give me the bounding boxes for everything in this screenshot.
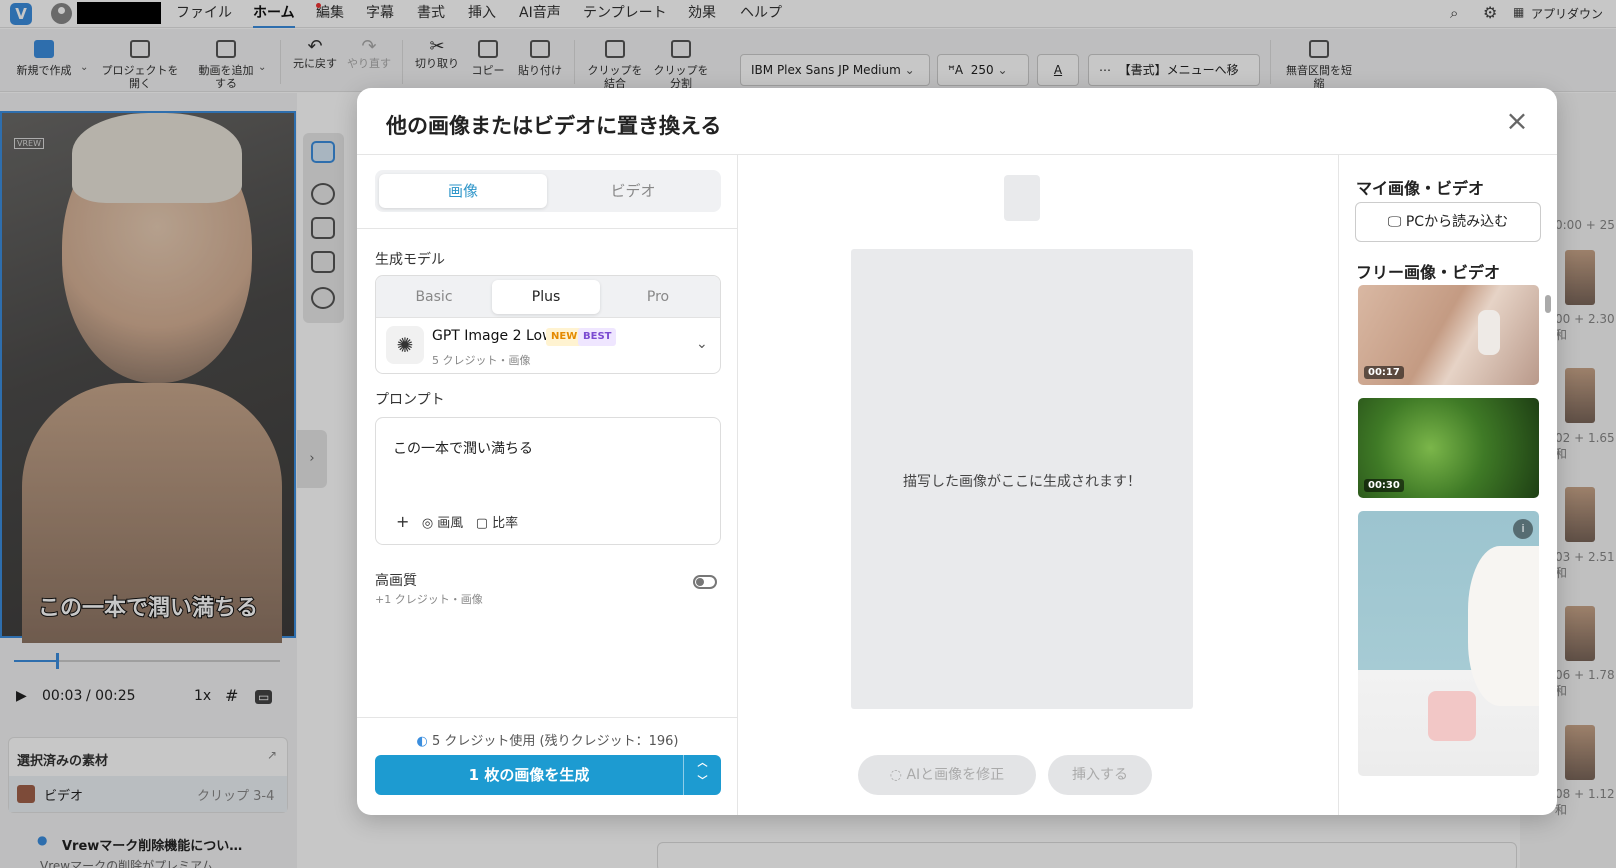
ratio-icon: ▢ [475,516,489,531]
thumbnail-placeholder [1004,175,1040,221]
model-dropdown[interactable]: ✺ GPT Image 2 Low NEW BEST 5 クレジット・画像 ⌄ [376,318,720,373]
ai-fix-button[interactable]: ◌ AIと画像を修正 [858,755,1036,795]
import-from-pc-button[interactable]: 🖵 PCから読み込む [1355,202,1541,242]
chevron-up-icon[interactable]: ︿ [684,755,721,773]
model-selector: Basic Plus Pro ✺ GPT Image 2 Low NEW BES… [375,275,721,374]
model-tier-tabs: Basic Plus Pro [376,276,720,318]
palette-icon: ◎ [421,516,434,531]
generate-count-stepper[interactable]: ︿ ﹀ [683,755,721,795]
style-button[interactable]: 画風 [437,516,463,531]
preview-area: 描写した画像がここに生成されます！ ◌ AIと画像を修正 挿入する [738,155,1338,815]
monitor-icon: 🖵 [1387,214,1402,230]
best-badge: BEST [578,328,617,346]
divider [357,228,738,229]
media-library-panel: マイ画像・ビデオ 🖵 PCから読み込む フリー画像・ビデオ 00:17 00:3… [1338,155,1557,815]
free-media-thumb[interactable]: 00:30 [1358,398,1539,498]
dialog-title: 他の画像またはビデオに置き換える [386,114,722,138]
divider [357,717,738,718]
tier-plus[interactable]: Plus [492,280,600,314]
high-quality-toggle[interactable] [693,575,717,589]
chevron-down-icon: ⌄ [696,336,708,352]
prompt-input[interactable]: この一本で潤い満ちる + ◎ 画風 ▢ 比率 [375,417,721,545]
media-type-tabs: 画像 ビデオ [375,170,721,212]
model-name: GPT Image 2 Low [432,328,554,344]
replace-media-dialog: 他の画像またはビデオに置き換える × 画像 ビデオ 生成モデル Basic Pl… [357,88,1557,815]
tier-basic[interactable]: Basic [380,280,488,314]
prompt-label: プロンプト [375,392,445,408]
model-label: 生成モデル [375,252,445,268]
tab-video[interactable]: ビデオ [549,174,717,208]
high-quality-credit: +1 クレジット・画像 [375,593,483,606]
prompt-tools: + ◎ 画風 ▢ 比率 [396,512,518,531]
scrollbar[interactable] [1545,295,1551,313]
chat-icon: ◌ [889,767,903,783]
thumb-jar [1428,691,1476,741]
generated-image-canvas: 描写した画像がここに生成されます！ [851,249,1193,709]
chevron-down-icon[interactable]: ﹀ [684,773,721,791]
ratio-button[interactable]: 比率 [492,516,518,531]
model-credit-info: 5 クレジット・画像 [432,354,531,367]
tab-image[interactable]: 画像 [379,174,547,208]
credit-icon: ◐ [416,734,428,749]
generate-button[interactable]: 1 枚の画像を生成 ︿ ﹀ [375,755,721,795]
generate-button-label: 1 枚の画像を生成 [468,766,590,784]
add-icon[interactable]: + [396,512,409,531]
media-duration: 00:30 [1364,479,1404,492]
generation-settings-panel: 画像 ビデオ 生成モデル Basic Plus Pro ✺ GPT Image … [357,155,738,815]
prompt-text: この一本で潤い満ちる [393,441,533,457]
info-icon[interactable]: i [1513,519,1533,539]
media-duration: 00:17 [1364,366,1404,379]
free-media-thumb[interactable]: i [1358,511,1539,776]
high-quality-label: 高画質 [375,573,417,589]
new-badge: NEW [546,328,583,346]
credit-usage: ◐ 5 クレジット使用 (残りクレジット：196) [416,734,679,749]
free-media-thumb[interactable]: 00:17 [1358,285,1539,385]
free-media-title: フリー画像・ビデオ [1356,263,1501,282]
insert-button[interactable]: 挿入する [1048,755,1152,795]
openai-icon: ✺ [386,326,424,364]
my-media-title: マイ画像・ビデオ [1356,179,1485,198]
thumb-sleeve [1468,546,1539,706]
tier-pro[interactable]: Pro [604,280,712,314]
thumb-bottle [1478,310,1500,355]
canvas-placeholder-text: 描写した画像がここに生成されます！ [903,474,1141,490]
close-icon[interactable]: × [1504,107,1530,135]
